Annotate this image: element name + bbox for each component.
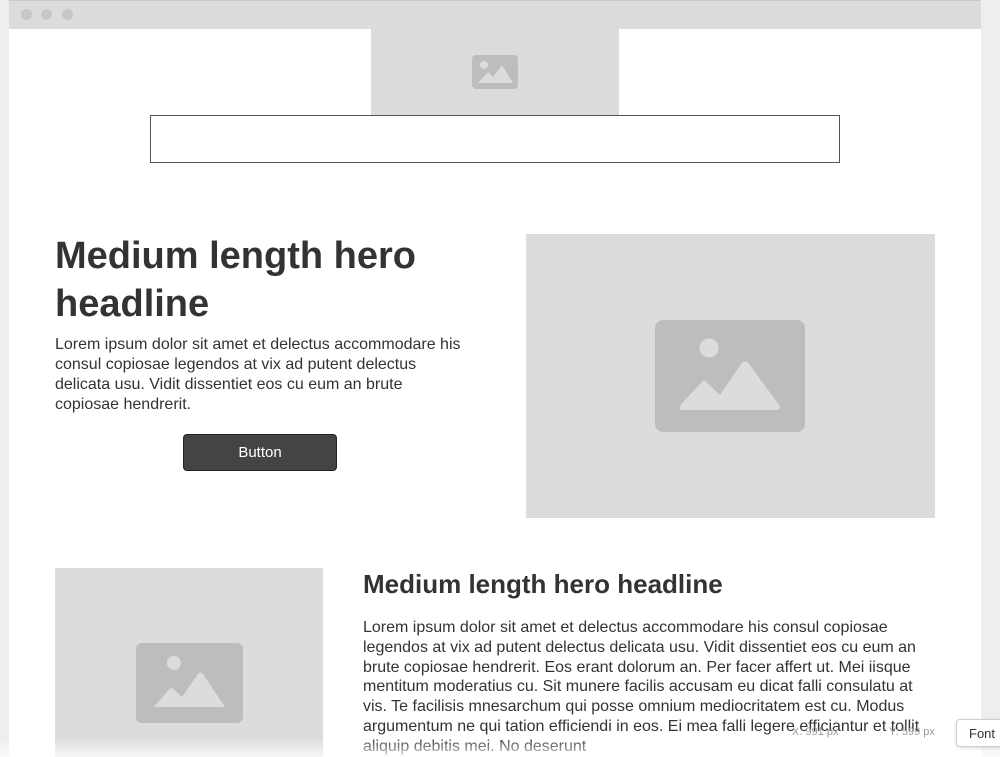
hero-image-placeholder (526, 234, 935, 518)
browser-window: Medium length hero headline Lorem ipsum … (9, 0, 981, 757)
hero-headline: Medium length hero headline (55, 235, 416, 325)
minimize-window-dot[interactable] (41, 9, 52, 20)
y-coordinate-readout: Y: 599 px (889, 726, 935, 738)
image-placeholder-icon (136, 643, 243, 723)
close-window-dot[interactable] (21, 9, 32, 20)
window-titlebar (9, 0, 981, 29)
hero-body-text: Lorem ipsum dolor sit amet et delectus a… (55, 336, 461, 413)
search-input[interactable] (150, 115, 840, 163)
feature-image-placeholder (55, 568, 323, 757)
x-coordinate-readout: X: 991 px (792, 726, 839, 738)
logo-image-placeholder (371, 29, 619, 115)
feature-body-text: Lorem ipsum dolor sit amet et delectus a… (363, 619, 920, 755)
hero-cta-button[interactable]: Button (183, 434, 337, 471)
zoom-window-dot[interactable] (62, 9, 73, 20)
image-placeholder-icon (655, 320, 805, 432)
feature-headline: Medium length hero headline (363, 569, 723, 599)
image-placeholder-icon (472, 55, 518, 89)
font-panel-tab[interactable]: Font (956, 719, 1000, 747)
